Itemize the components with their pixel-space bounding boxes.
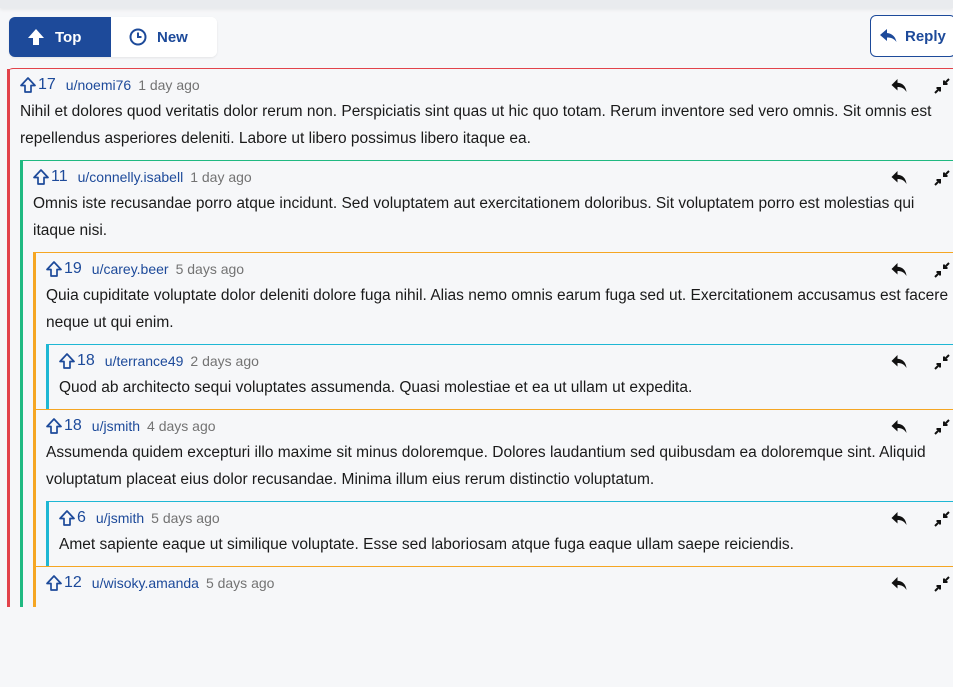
comment: 12 u/wisoky.amanda 5 days ago [33, 566, 953, 607]
comment: 18 u/jsmith 4 days ago Assumenda quidem … [33, 409, 953, 566]
sort-new-label: New [157, 28, 188, 46]
collapse-icon[interactable] [934, 511, 950, 527]
score: 12 [64, 574, 82, 591]
thread-line[interactable] [33, 253, 36, 409]
author-link[interactable]: u/carey.beer [92, 261, 169, 277]
score: 11 [51, 168, 68, 185]
comment: 18 u/terrance49 2 days ago Quod ab archi… [46, 344, 953, 409]
upvote-button[interactable]: 6 [59, 509, 86, 527]
thread-line[interactable] [33, 567, 36, 607]
comment-thread: 17 u/noemi76 1 day ago Nihil et dolores … [7, 68, 953, 687]
thread-line[interactable] [46, 502, 49, 566]
score: 17 [38, 76, 56, 93]
upvote-button[interactable]: 18 [59, 352, 95, 370]
upvote-button[interactable]: 12 [46, 574, 82, 592]
author-link[interactable]: u/noemi76 [66, 77, 131, 93]
author-link[interactable]: u/jsmith [96, 510, 144, 526]
author-link[interactable]: u/wisoky.amanda [92, 575, 199, 591]
sort-top-button[interactable]: Top [9, 17, 111, 57]
comment: 11 u/connelly.isabell 1 day ago Omnis is… [20, 160, 953, 607]
reply-icon[interactable] [891, 576, 907, 592]
reply-icon[interactable] [891, 354, 907, 370]
collapse-icon[interactable] [934, 354, 950, 370]
arrow-up-icon [28, 29, 44, 45]
collapse-icon[interactable] [934, 262, 950, 278]
upvote-icon [46, 418, 62, 434]
upvote-button[interactable]: 19 [46, 260, 82, 278]
score: 18 [77, 352, 95, 369]
sort-top-label: Top [55, 28, 82, 46]
score: 19 [64, 260, 82, 277]
thread-line[interactable] [46, 345, 49, 409]
reply-label: Reply [905, 27, 946, 45]
upvote-button[interactable]: 17 [20, 76, 56, 94]
comment-body: Quia cupiditate voluptate dolor deleniti… [46, 287, 949, 331]
collapse-icon[interactable] [934, 78, 950, 94]
upvote-icon [59, 353, 75, 369]
comment: 17 u/noemi76 1 day ago Nihil et dolores … [7, 68, 953, 607]
upvote-icon [46, 575, 62, 591]
comment: 6 u/jsmith 5 days ago Amet sapiente eaqu… [46, 501, 953, 566]
timestamp: 5 days ago [151, 510, 220, 526]
timestamp: 1 day ago [190, 169, 252, 185]
reply-icon [880, 29, 897, 42]
author-link[interactable]: u/terrance49 [105, 353, 184, 369]
comment-body: Assumenda quidem excepturi illo maxime s… [46, 444, 926, 488]
reply-button[interactable]: Reply [870, 15, 953, 57]
reply-icon[interactable] [891, 511, 907, 527]
timestamp: 2 days ago [190, 353, 259, 369]
sort-toggle: Top New [9, 17, 217, 57]
timestamp: 1 day ago [138, 77, 200, 93]
upvote-button[interactable]: 11 [33, 168, 68, 186]
comment-body: Quod ab architecto sequi voluptates assu… [59, 379, 693, 396]
comment-body: Amet sapiente eaque ut similique volupta… [59, 536, 794, 553]
timestamp: 5 days ago [175, 261, 245, 277]
upvote-icon [33, 169, 49, 185]
thread-line[interactable] [7, 69, 10, 607]
reply-icon[interactable] [891, 78, 907, 94]
comment: 19 u/carey.beer 5 days ago Quia cupidita… [33, 252, 953, 409]
score: 18 [64, 417, 82, 434]
collapse-icon[interactable] [934, 576, 950, 592]
clock-icon [129, 28, 147, 46]
sort-new-button[interactable]: New [111, 17, 217, 57]
reply-icon[interactable] [891, 419, 907, 435]
timestamp: 5 days ago [205, 575, 275, 591]
upvote-icon [59, 510, 75, 526]
reply-icon[interactable] [891, 170, 907, 186]
timestamp: 4 days ago [147, 418, 216, 434]
thread-line[interactable] [33, 410, 36, 566]
header-edge [0, 0, 953, 8]
score: 6 [77, 509, 86, 526]
author-link[interactable]: u/connelly.isabell [78, 169, 184, 185]
collapse-icon[interactable] [934, 170, 950, 186]
comment-body: Omnis iste recusandae porro atque incidu… [33, 195, 915, 239]
comment-body: Nihil et dolores quod veritatis dolor re… [20, 103, 932, 147]
reply-icon[interactable] [891, 262, 907, 278]
upvote-button[interactable]: 18 [46, 417, 82, 435]
thread-line[interactable] [20, 161, 23, 607]
author-link[interactable]: u/jsmith [92, 418, 140, 434]
upvote-icon [46, 261, 62, 277]
upvote-icon [20, 77, 36, 93]
collapse-icon[interactable] [934, 419, 950, 435]
